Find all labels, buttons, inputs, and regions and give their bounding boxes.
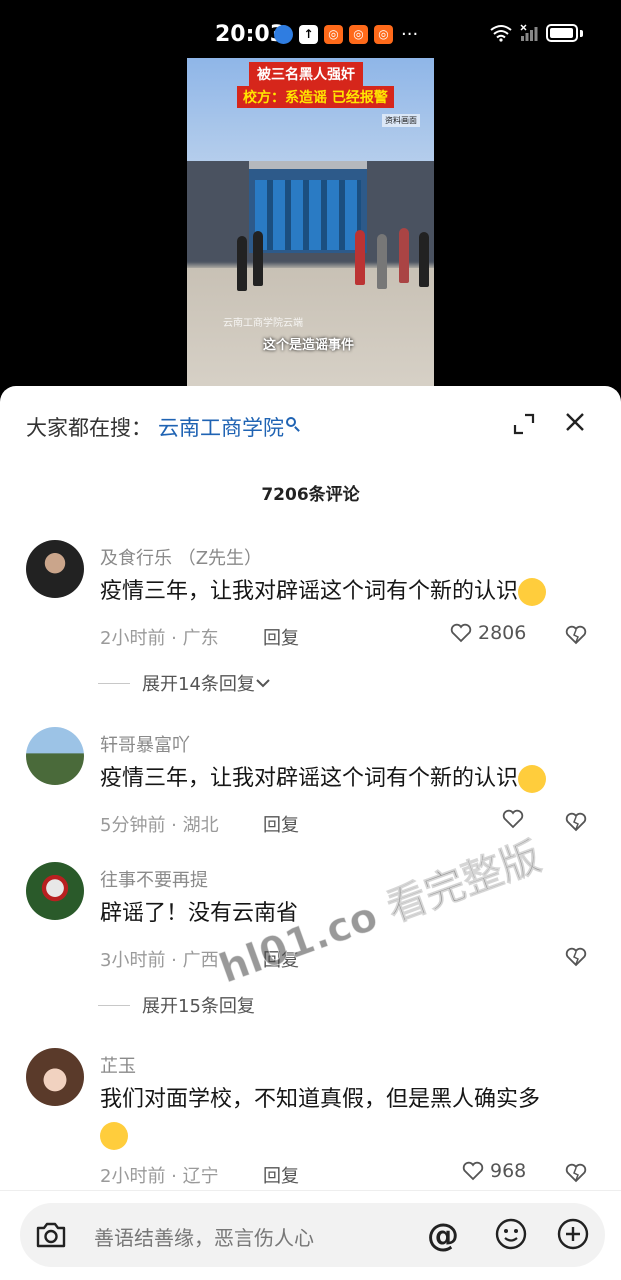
trending-search[interactable]: 大家都在搜： 云南工商学院 [26, 412, 296, 442]
heart-icon [450, 623, 472, 643]
comment-meta: 3小时前 · 广西 [100, 950, 219, 971]
video-subtitle: 这个是造谣事件 [263, 338, 355, 353]
more-notifications-icon: ··· [401, 24, 419, 45]
avatar[interactable] [26, 727, 84, 785]
like-count: 968 [490, 1160, 527, 1182]
app-notification-icon: ◎ [349, 25, 368, 44]
like-count: 2806 [478, 622, 527, 644]
trending-search-prefix: 大家都在搜： [26, 416, 152, 440]
like-button[interactable]: 968 [462, 1160, 526, 1182]
video-people [227, 226, 429, 296]
video-banner-subtitle: 校方：系造谣 已经报警 [237, 86, 394, 108]
comment-username[interactable]: 往事不要再提 [100, 866, 208, 892]
search-icon [286, 417, 296, 427]
dislike-icon[interactable] [565, 811, 587, 833]
comment-username[interactable]: 芷玉 [100, 1052, 136, 1078]
like-button[interactable]: 2806 [450, 622, 526, 644]
close-icon[interactable] [563, 410, 587, 434]
flushed-face-emoji [518, 765, 547, 793]
video-banner-title: 被三名黑人强奸 [249, 62, 363, 86]
app-notification-icon: ◎ [324, 25, 343, 44]
video-source-tag: 资料画面 [382, 114, 420, 127]
avatar[interactable] [26, 540, 84, 598]
expand-icon[interactable] [512, 412, 536, 436]
status-system-icons [490, 24, 583, 42]
chevron-down-icon [256, 679, 270, 688]
comment-count: 7206条评论 [261, 485, 360, 505]
reply-button[interactable]: 回复 [263, 811, 299, 837]
signal-icon [520, 24, 538, 41]
reply-button[interactable]: 回复 [263, 624, 299, 650]
battery-icon [546, 24, 578, 42]
comment-meta: 2小时前 · 广东 [100, 628, 219, 649]
comment-input[interactable]: 善语结善缘，恶言伤人心 @ [20, 1203, 605, 1267]
dislike-icon[interactable] [565, 946, 587, 968]
globe-icon [274, 25, 293, 44]
avatar[interactable] [26, 1048, 84, 1106]
expand-replies-button[interactable]: 展开14条回复 [98, 670, 271, 696]
comment-username[interactable]: 轩哥暴富吖 [100, 731, 190, 757]
emoji-icon[interactable] [494, 1217, 528, 1251]
mention-icon[interactable]: @ [427, 1217, 459, 1253]
expand-replies-button[interactable]: 展开15条回复 [98, 992, 255, 1018]
avatar[interactable] [26, 862, 84, 920]
status-notification-icons: ↑ ◎ ◎ ◎ ··· [274, 24, 418, 45]
video-watermark-tag: 云南工商学院云端 [223, 318, 303, 329]
reply-button[interactable]: 回复 [263, 1162, 299, 1188]
plus-icon[interactable] [556, 1217, 590, 1251]
crying-face-emoji [100, 1122, 128, 1150]
wifi-icon [490, 25, 512, 42]
video-frame[interactable]: 被三名黑人强奸 校方：系造谣 已经报警 资料画面 云南工商学院云端 这个是造谣事… [187, 58, 434, 398]
comment-text: 我们对面学校，不知道真假，但是黑人确实多 [100, 1082, 595, 1154]
dislike-icon[interactable] [565, 1162, 587, 1184]
trending-search-term[interactable]: 云南工商学院 [158, 412, 284, 442]
flushed-face-emoji [518, 578, 547, 606]
video-player[interactable]: 被三名黑人强奸 校方：系造谣 已经报警 资料画面 云南工商学院云端 这个是造谣事… [0, 58, 621, 398]
comment-meta: 2小时前 · 辽宁 [100, 1166, 219, 1187]
comment-text: 疫情三年，让我对辟谣这个词有个新的认识 [100, 761, 595, 797]
upload-icon: ↑ [299, 25, 318, 44]
comment-text: 疫情三年，让我对辟谣这个词有个新的认识 [100, 574, 595, 610]
dislike-icon[interactable] [565, 624, 587, 646]
app-notification-icon: ◎ [374, 25, 393, 44]
comment-input-bar: 善语结善缘，恶言伤人心 @ [0, 1190, 621, 1280]
heart-icon [462, 1161, 484, 1181]
comment-input-placeholder[interactable]: 善语结善缘，恶言伤人心 [94, 1222, 314, 1251]
comment-meta: 5分钟前 · 湖北 [100, 815, 219, 836]
camera-icon[interactable] [34, 1219, 68, 1251]
comment-username[interactable]: 及食行乐 （Z先生） [100, 544, 262, 570]
